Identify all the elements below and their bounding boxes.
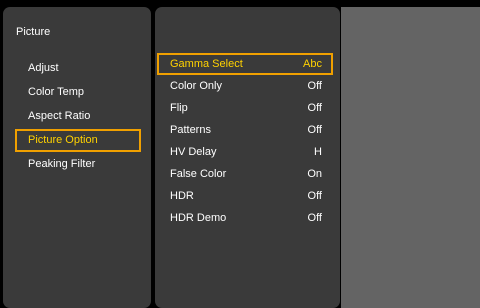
menu-item-aspect-ratio[interactable]: Aspect Ratio (15, 105, 141, 128)
submenu-item-label: HV Delay (170, 146, 217, 158)
submenu-item-label: Color Only (170, 80, 222, 92)
submenu-item-hdr[interactable]: HDR Off (157, 185, 333, 207)
menu-item-adjust[interactable]: Adjust (15, 57, 141, 80)
menu-item-color-temp[interactable]: Color Temp (15, 81, 141, 104)
submenu-item-label: HDR Demo (170, 212, 227, 224)
menu-item-picture-option[interactable]: Picture Option (15, 129, 141, 152)
submenu-item-hv-delay[interactable]: HV Delay H (157, 141, 333, 163)
submenu-item-value: Off (307, 190, 322, 202)
submenu-item-value: Off (307, 102, 322, 114)
osd-screen: Picture Adjust Color Temp Aspect Ratio P… (0, 0, 480, 308)
submenu-item-label: HDR (170, 190, 194, 202)
submenu-list: Gamma Select Abc Color Only Off Flip Off… (157, 53, 333, 229)
submenu-item-false-color[interactable]: False Color On (157, 163, 333, 185)
submenu-item-color-only[interactable]: Color Only Off (157, 75, 333, 97)
submenu-item-label: Flip (170, 102, 188, 114)
submenu-item-flip[interactable]: Flip Off (157, 97, 333, 119)
submenu-item-label: Gamma Select (170, 58, 243, 70)
menu-item-peaking-filter[interactable]: Peaking Filter (15, 153, 141, 176)
submenu-item-value: Off (307, 212, 322, 224)
submenu-item-hdr-demo[interactable]: HDR Demo Off (157, 207, 333, 229)
main-menu-list: Adjust Color Temp Aspect Ratio Picture O… (15, 57, 141, 177)
submenu-item-patterns[interactable]: Patterns Off (157, 119, 333, 141)
submenu-item-value: On (307, 168, 322, 180)
submenu-item-value: H (314, 146, 322, 158)
preview-area (341, 7, 480, 308)
menu-title: Picture (16, 26, 51, 38)
submenu-item-value: Off (307, 80, 322, 92)
submenu-item-value: Off (307, 124, 322, 136)
submenu-item-label: False Color (170, 168, 227, 180)
submenu-item-label: Patterns (170, 124, 211, 136)
submenu-item-gamma-select[interactable]: Gamma Select Abc (157, 53, 333, 75)
submenu-item-value: Abc (303, 58, 322, 70)
